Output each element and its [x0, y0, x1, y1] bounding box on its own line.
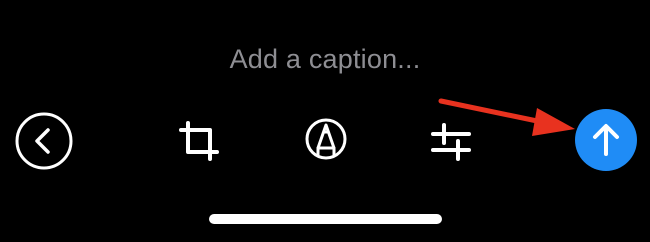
- crop-button[interactable]: [175, 117, 223, 165]
- markup-button[interactable]: [302, 115, 350, 163]
- red-arrow-icon: [438, 98, 575, 136]
- back-button[interactable]: [14, 111, 74, 171]
- markup-pen-icon: [305, 118, 347, 160]
- home-indicator[interactable]: [209, 214, 442, 224]
- arrow-up-icon: [593, 124, 619, 156]
- chevron-left-icon: [35, 128, 50, 154]
- send-button[interactable]: [575, 109, 637, 171]
- crop-icon: [179, 121, 219, 161]
- caption-input[interactable]: Add a caption...: [0, 38, 650, 80]
